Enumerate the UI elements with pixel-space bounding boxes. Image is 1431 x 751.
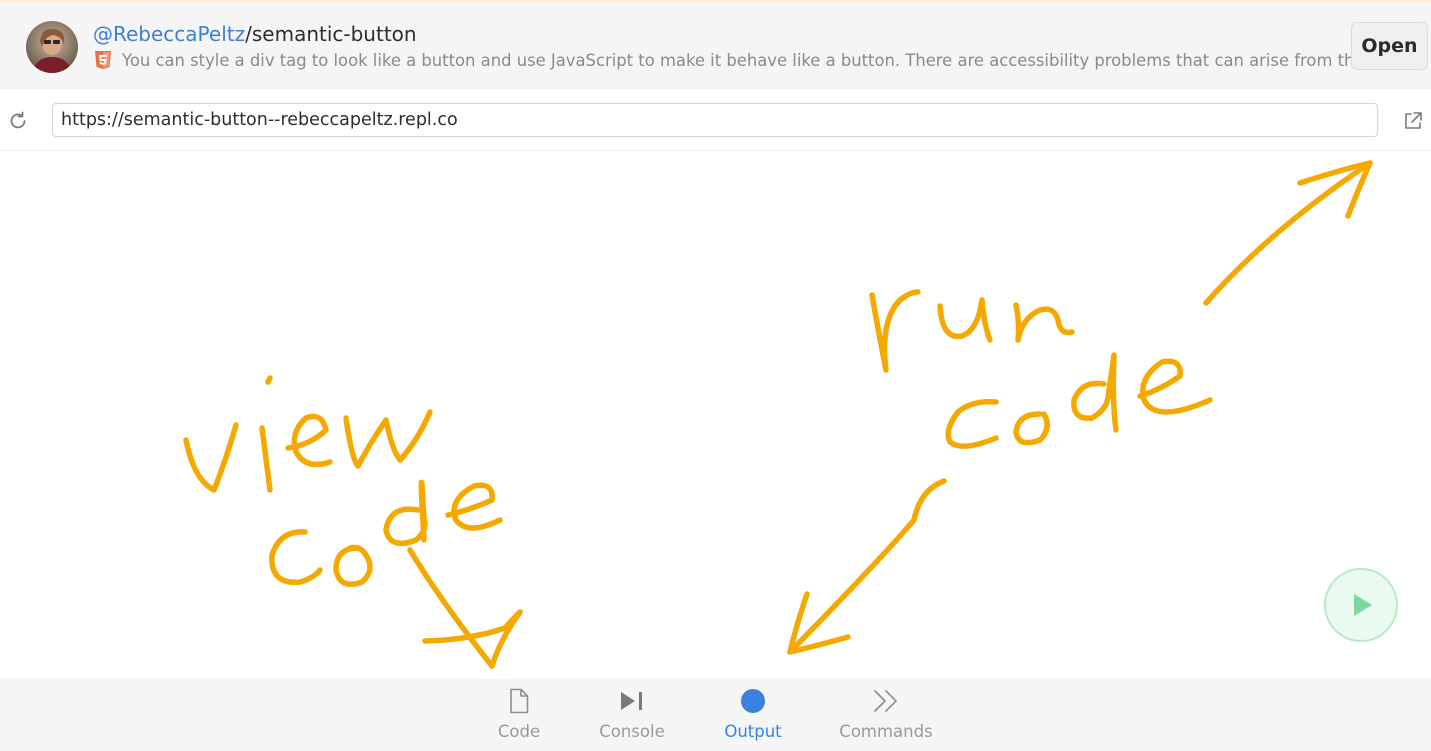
refresh-icon[interactable] <box>7 110 29 132</box>
tab-output-label: Output <box>724 722 782 741</box>
title-separator: / <box>245 22 252 46</box>
file-icon <box>504 688 534 714</box>
tab-code-label: Code <box>497 722 541 741</box>
user-link[interactable]: @RebeccaPeltz <box>93 22 245 46</box>
console-icon <box>617 688 647 714</box>
bottom-nav: Code Console Output Commands <box>0 679 1431 751</box>
output-dot-icon <box>738 688 768 714</box>
repl-title: @RebeccaPeltz/semantic-button <box>93 22 417 46</box>
html5-icon <box>93 50 113 70</box>
run-button[interactable] <box>1324 568 1398 642</box>
tab-console[interactable]: Console <box>596 679 668 751</box>
tab-code[interactable]: Code <box>493 679 545 751</box>
avatar[interactable] <box>26 21 78 73</box>
url-field[interactable]: https://semantic-button--rebeccapeltz.re… <box>52 103 1378 137</box>
chevrons-icon <box>871 688 901 714</box>
description-text: You can style a div tag to look like a b… <box>122 50 1373 70</box>
repl-name[interactable]: semantic-button <box>252 22 417 46</box>
open-button[interactable]: Open <box>1351 22 1428 70</box>
tab-commands-label: Commands <box>839 722 933 741</box>
tab-console-label: Console <box>599 722 665 741</box>
repl-embed-window: @RebeccaPeltz/semantic-button You can st… <box>0 0 1431 751</box>
repl-header: @RebeccaPeltz/semantic-button You can st… <box>0 2 1431 90</box>
url-bar: https://semantic-button--rebeccapeltz.re… <box>0 90 1431 151</box>
repl-description: You can style a div tag to look like a b… <box>93 50 1373 70</box>
tab-commands[interactable]: Commands <box>838 679 934 751</box>
output-area <box>0 151 1431 679</box>
play-icon <box>1354 594 1372 616</box>
tab-output[interactable]: Output <box>721 679 785 751</box>
external-link-icon[interactable] <box>1402 110 1424 132</box>
